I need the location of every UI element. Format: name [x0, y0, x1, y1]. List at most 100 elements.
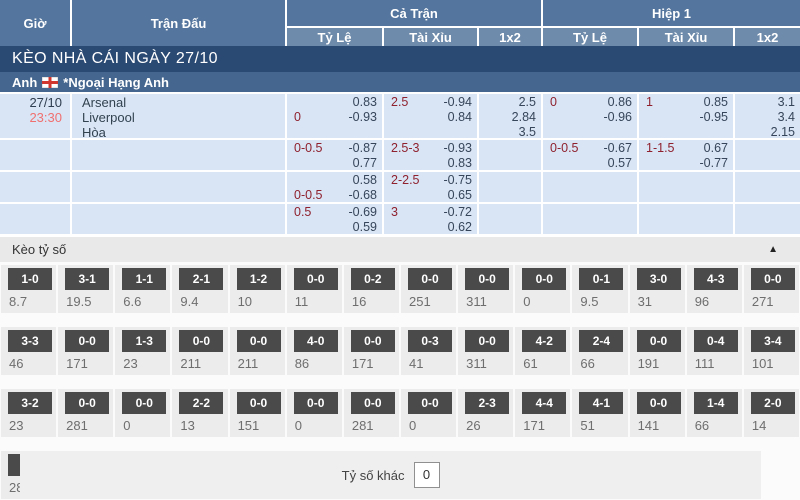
score-odds-cell[interactable]: 0-341: [401, 327, 456, 375]
score-odds-cell[interactable]: 2-19.4: [172, 265, 227, 313]
odds-cell[interactable]: 3.13.42.15: [735, 94, 800, 138]
odds-cell[interactable]: 1-1.50.67-0.77: [639, 140, 735, 170]
odds-cell[interactable]: 3-0.720.62: [384, 204, 479, 234]
score-odds-cell[interactable]: 3-223: [1, 389, 56, 437]
score-chip[interactable]: 0-0: [351, 330, 395, 352]
score-odds-cell[interactable]: 1-323: [115, 327, 170, 375]
score-odds-cell[interactable]: 0-0271: [744, 265, 799, 313]
league-header[interactable]: Anh *Ngoại Hạng Anh: [0, 72, 800, 94]
score-chip[interactable]: 4-1: [579, 392, 623, 414]
score-odds-cell[interactable]: 2-326: [458, 389, 513, 437]
score-chip[interactable]: 2-4: [579, 330, 623, 352]
score-odds-cell[interactable]: 0-0281: [58, 389, 113, 437]
score-odds-cell[interactable]: 0-19.5: [572, 265, 627, 313]
score-odds-cell[interactable]: 0-011: [287, 265, 342, 313]
score-chip[interactable]: 0-0: [65, 330, 109, 352]
score-odds-cell[interactable]: 0-0211: [172, 327, 227, 375]
score-odds-cell[interactable]: 4-151: [572, 389, 627, 437]
score-chip[interactable]: 3-4: [751, 330, 795, 352]
score-odds-cell[interactable]: 0-0311: [458, 327, 513, 375]
score-chip[interactable]: 4-4: [522, 392, 566, 414]
score-chip[interactable]: 1-2: [237, 268, 281, 290]
score-odds-cell[interactable]: 0-0171: [344, 327, 399, 375]
score-odds-cell[interactable]: 4-261: [515, 327, 570, 375]
score-odds-cell[interactable]: 0-4111: [687, 327, 742, 375]
score-chip[interactable]: 4-2: [522, 330, 566, 352]
score-chip[interactable]: 2-1: [179, 268, 223, 290]
score-chip[interactable]: 3-3: [8, 330, 52, 352]
score-odds-cell[interactable]: 0-00: [287, 389, 342, 437]
score-chip[interactable]: 0-0: [351, 392, 395, 414]
score-chip[interactable]: 1-1: [122, 268, 166, 290]
score-odds-cell[interactable]: 3-4101: [744, 327, 799, 375]
odds-cell[interactable]: 10.85-0.95: [639, 94, 735, 138]
score-chip[interactable]: 2-0: [751, 392, 795, 414]
score-chip[interactable]: 0-0: [237, 392, 281, 414]
score-chip[interactable]: 0-0: [751, 268, 795, 290]
score-chip[interactable]: 0-0: [294, 268, 338, 290]
score-odds-cell[interactable]: 1-08.7: [1, 265, 56, 313]
score-odds-cell[interactable]: 2-014: [744, 389, 799, 437]
score-chip[interactable]: 0-0: [122, 392, 166, 414]
score-odds-cell[interactable]: 2-466: [572, 327, 627, 375]
score-odds-cell[interactable]: 0-00: [515, 265, 570, 313]
score-odds-cell[interactable]: 0-216: [344, 265, 399, 313]
score-chip[interactable]: 0-0: [65, 392, 109, 414]
score-chip[interactable]: 4-3: [694, 268, 738, 290]
odds-cell[interactable]: 2.52.843.5: [479, 94, 543, 138]
score-odds-cell[interactable]: 0-0281: [344, 389, 399, 437]
score-chip[interactable]: 0-0: [522, 268, 566, 290]
score-odds-cell[interactable]: 1-210: [230, 265, 285, 313]
score-chip[interactable]: 0-0: [294, 392, 338, 414]
score-odds-cell[interactable]: 0-0151: [230, 389, 285, 437]
score-chip[interactable]: 0-0: [637, 392, 681, 414]
odds-cell[interactable]: 0-0.5-0.870.77: [287, 140, 384, 170]
score-odds-cell[interactable]: 0-00: [115, 389, 170, 437]
odds-cell[interactable]: 2-2.5-0.750.65: [384, 172, 479, 202]
odds-cell[interactable]: 0.5-0.690.59: [287, 204, 384, 234]
score-chip[interactable]: 3-2: [8, 392, 52, 414]
odds-cell[interactable]: 0.580-0.5-0.68: [287, 172, 384, 202]
odds-cell[interactable]: 00.86-0.96: [543, 94, 639, 138]
score-odds-cell[interactable]: 4-086: [287, 327, 342, 375]
collapse-arrow-icon[interactable]: ▲: [768, 244, 778, 255]
score-odds-cell[interactable]: 4-396: [687, 265, 742, 313]
score-chip[interactable]: 2-2: [179, 392, 223, 414]
score-odds-cell[interactable]: 0-00: [401, 389, 456, 437]
score-odds-cell[interactable]: 2-213: [172, 389, 227, 437]
score-odds-cell[interactable]: 3-031: [630, 265, 685, 313]
score-chip[interactable]: 0-3: [408, 330, 452, 352]
score-chip[interactable]: 3-0: [637, 268, 681, 290]
odds-cell[interactable]: 0.830-0.93: [287, 94, 384, 138]
score-chip[interactable]: 0-0: [237, 330, 281, 352]
score-odds-cell[interactable]: 0-0211: [230, 327, 285, 375]
other-score-value-box[interactable]: 0: [414, 462, 440, 488]
score-odds-cell[interactable]: 0-0171: [58, 327, 113, 375]
score-odds-cell[interactable]: 0-0191: [630, 327, 685, 375]
score-chip[interactable]: 4-0: [294, 330, 338, 352]
score-odds-cell[interactable]: 3-346: [1, 327, 56, 375]
score-chip[interactable]: 0-0: [465, 330, 509, 352]
score-chip[interactable]: 0-1: [579, 268, 623, 290]
score-odds-cell[interactable]: 0-0311: [458, 265, 513, 313]
score-chip[interactable]: 0-0: [637, 330, 681, 352]
odds-cell[interactable]: 2.5-3-0.930.83: [384, 140, 479, 170]
score-chip[interactable]: 0-0: [408, 392, 452, 414]
odds-cell[interactable]: 0-0.5-0.670.57: [543, 140, 639, 170]
score-odds-cell[interactable]: 1-16.6: [115, 265, 170, 313]
score-odds-cell[interactable]: 1-466: [687, 389, 742, 437]
score-chip[interactable]: 1-3: [122, 330, 166, 352]
score-chip[interactable]: 0-0: [408, 268, 452, 290]
score-chip[interactable]: 0-4: [694, 330, 738, 352]
score-chip[interactable]: 0-0: [465, 268, 509, 290]
score-section-header[interactable]: Kèo tỷ số ▲: [0, 236, 800, 262]
score-chip[interactable]: 2-3: [465, 392, 509, 414]
score-chip[interactable]: 1-4: [694, 392, 738, 414]
score-odds-cell[interactable]: 0-0141: [630, 389, 685, 437]
score-chip[interactable]: 3-1: [65, 268, 109, 290]
score-odds-cell[interactable]: 4-4171: [515, 389, 570, 437]
score-odds-cell[interactable]: 3-119.5: [58, 265, 113, 313]
score-odds-cell[interactable]: 0-0251: [401, 265, 456, 313]
score-chip[interactable]: 1-0: [8, 268, 52, 290]
odds-cell[interactable]: 2.5-0.940.84: [384, 94, 479, 138]
